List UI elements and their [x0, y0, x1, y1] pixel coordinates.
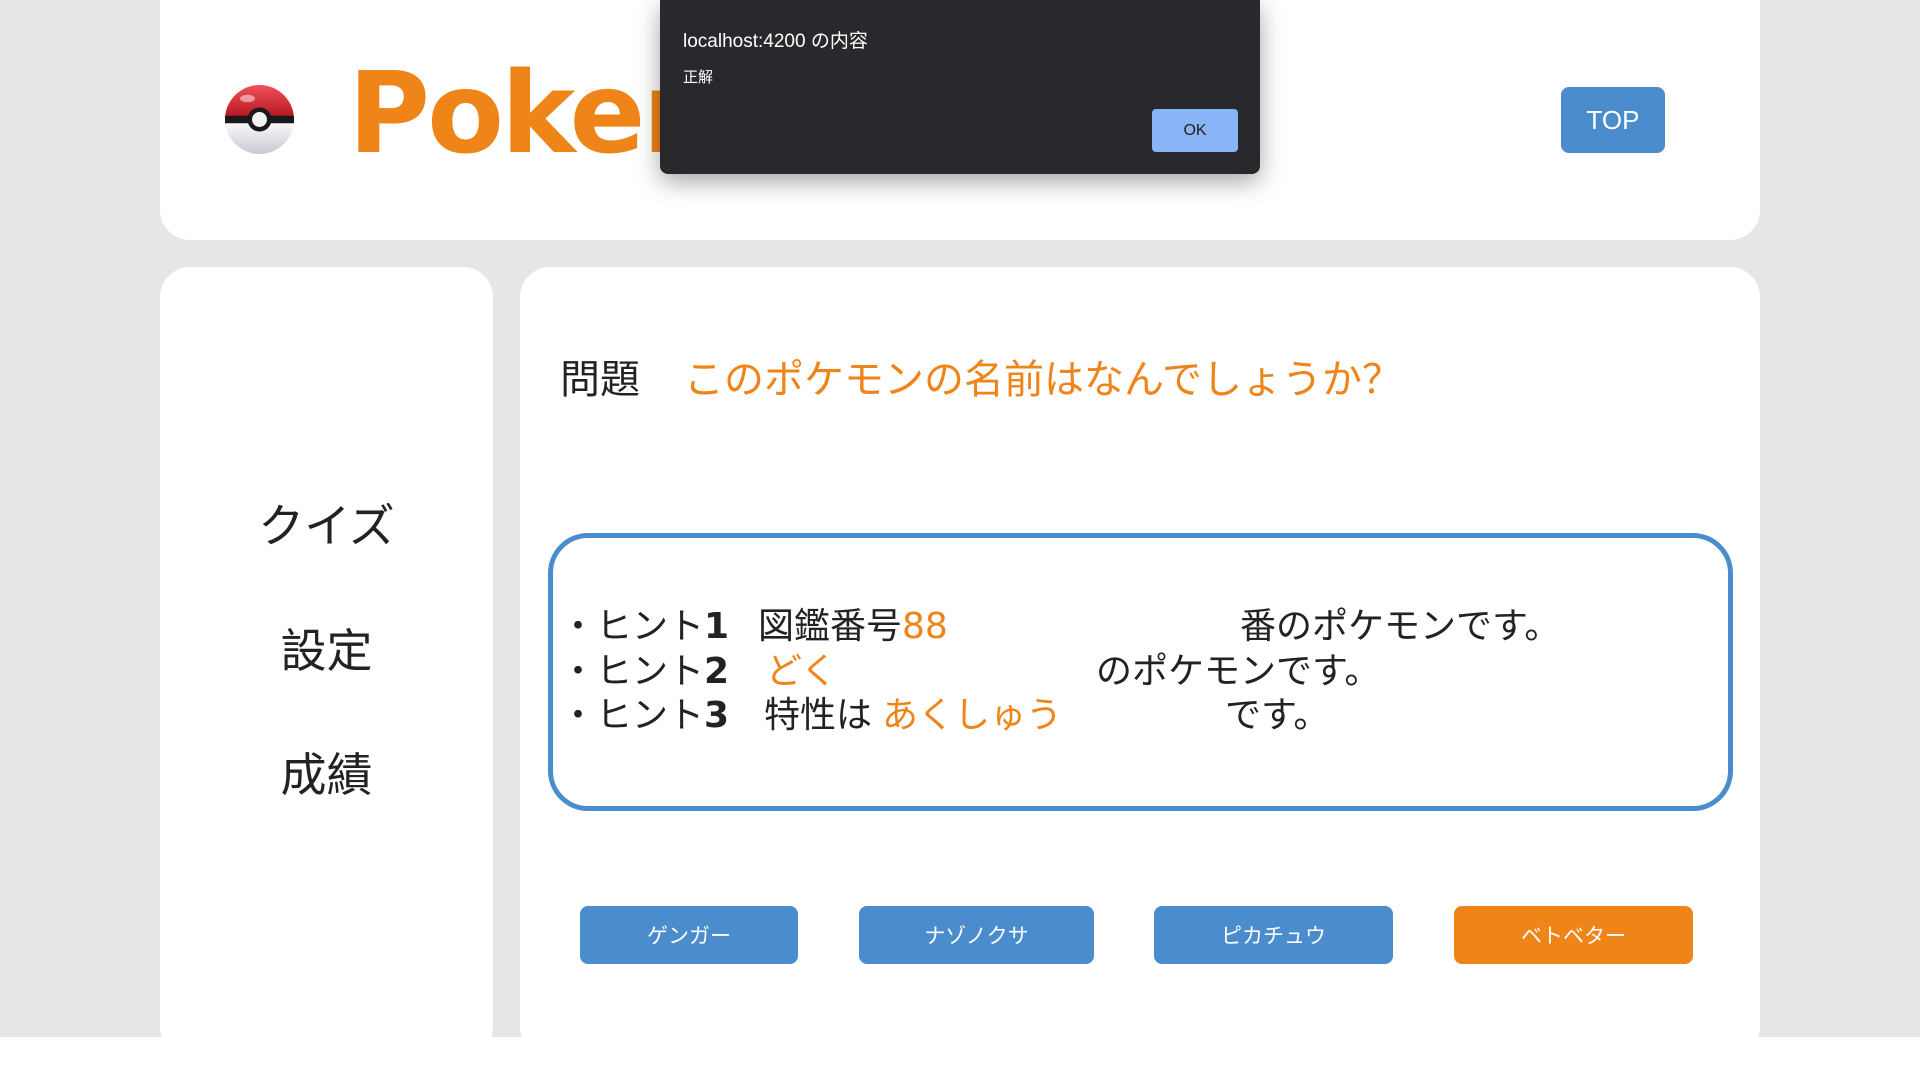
hint-1: ・ヒント1 [560, 609, 729, 645]
sidebar-item-quiz[interactable]: クイズ [160, 503, 493, 549]
answer-button-4[interactable]: ベトベター [1454, 906, 1693, 964]
alert-dialog: localhost:4200 の内容 正解 OK [660, 0, 1260, 174]
dialog-message: 正解 [683, 68, 714, 86]
hint-3-suffix: です。 [1225, 695, 1330, 736]
hint-1-prefix: ・ヒント [560, 606, 705, 647]
hint-1-value: 88 [902, 606, 948, 647]
question-text: このポケモンの名前はなんでしょうか？ [684, 357, 1402, 403]
hint-1-body: 図鑑番号88 [758, 609, 948, 645]
hint-3-prefix: ・ヒント [560, 695, 705, 736]
hint-2: ・ヒント2 [560, 654, 729, 690]
sidebar-item-settings[interactable]: 設定 [160, 628, 493, 674]
hint-2-prefix: ・ヒント [560, 651, 705, 692]
top-button[interactable]: TOP [1561, 87, 1665, 153]
question-row: 問題 このポケモンの名前はなんでしょうか？ [560, 360, 1402, 400]
question-label: 問題 [560, 357, 640, 403]
hint-3-lead: 特性は [764, 695, 873, 736]
hint-3: ・ヒント3 [560, 698, 729, 734]
hint-1-suffix: 番のポケモンです。 [1240, 606, 1561, 647]
hint-1-number: 1 [704, 606, 730, 647]
pokeball-icon [225, 85, 294, 154]
answer-button-2[interactable]: ナゾノクサ [859, 906, 1094, 964]
hint-2-value: どく [766, 651, 837, 692]
hint-1-lead: 図鑑番号 [758, 606, 903, 647]
sidebar-item-results[interactable]: 成績 [160, 752, 493, 798]
hint-3-value: あくしゅう [882, 695, 1063, 736]
dialog-ok-button[interactable]: OK [1152, 109, 1238, 152]
hint-3-number: 3 [704, 695, 730, 736]
dialog-title: localhost:4200 の内容 [683, 31, 868, 52]
hint-3-body: 特性は あくしゅう [764, 698, 1062, 734]
answer-button-3[interactable]: ピカチュウ [1154, 906, 1393, 964]
hint-2-number: 2 [704, 651, 730, 692]
hint-2-suffix: のポケモンです。 [1096, 651, 1381, 692]
answer-button-1[interactable]: ゲンガー [580, 906, 798, 964]
